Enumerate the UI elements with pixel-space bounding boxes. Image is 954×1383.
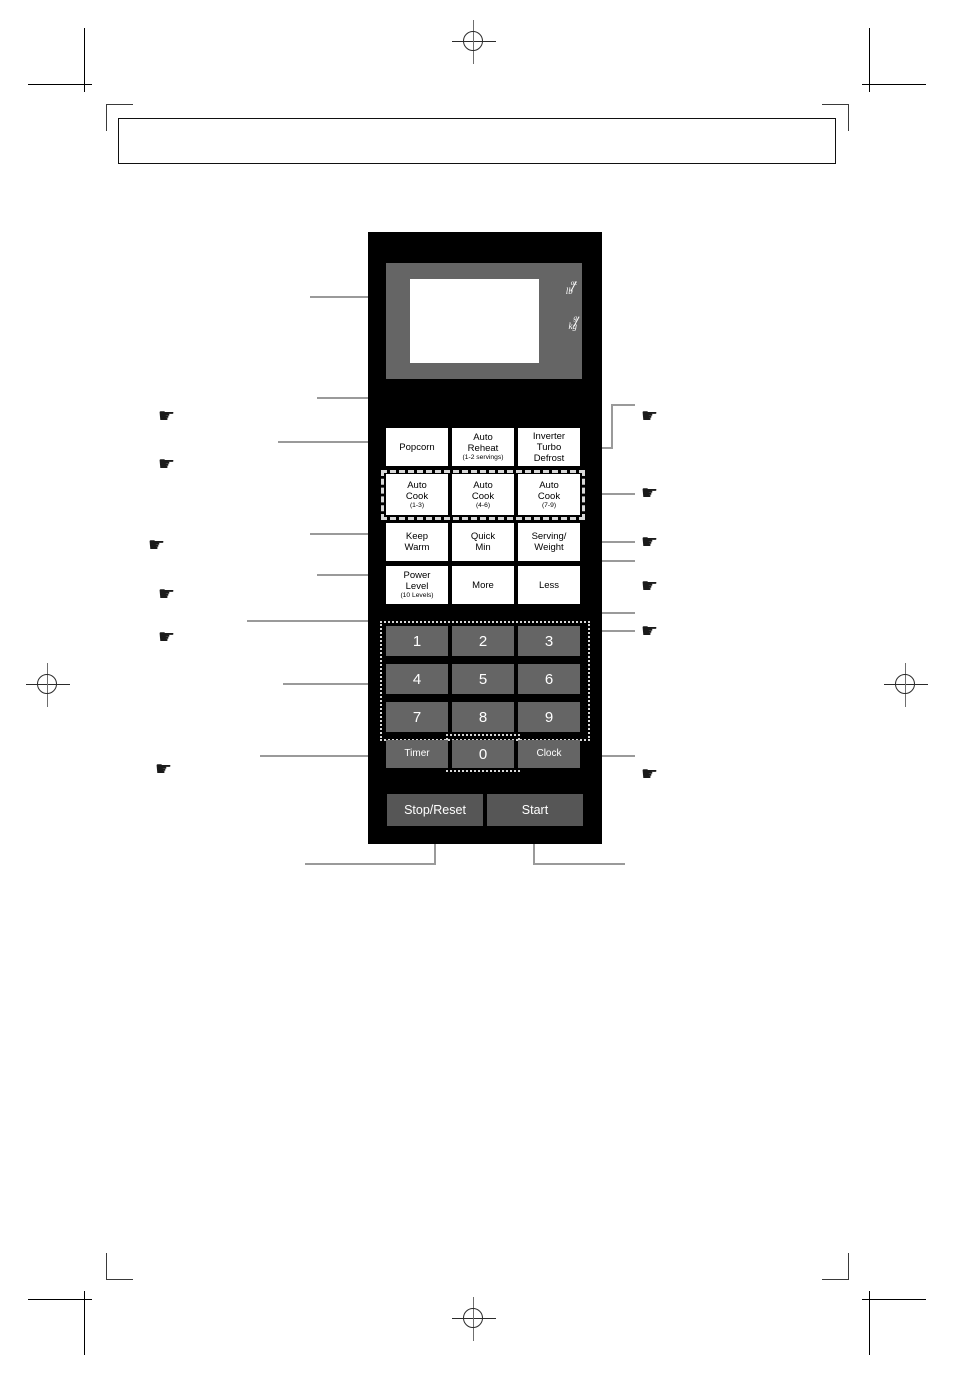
button-auto-cook-4-6-label: Auto Cook <box>471 479 495 502</box>
pointing-hand-icon-right-1: ☛ <box>641 405 659 427</box>
key-2-label: 2 <box>478 632 488 650</box>
pointing-hand-icon-left-1: ☛ <box>158 405 176 427</box>
pointing-hand-icon-right-5: ☛ <box>641 620 659 642</box>
leader-inverter-h2 <box>611 404 635 406</box>
button-start-label: Start <box>521 802 549 817</box>
pointing-hand-icon-left-5: ☛ <box>158 626 176 648</box>
key-7[interactable]: 7 <box>386 702 448 732</box>
pointing-hand-icon-right-2: ☛ <box>641 482 659 504</box>
display-bezel: oz lb g kg <box>386 263 582 379</box>
button-auto-cook-7-9-label: Auto Cook <box>537 479 561 502</box>
unit-indicator-g-kg: g kg <box>569 315 580 331</box>
button-auto-cook-7-9-sublabel: (7-9) <box>541 501 557 509</box>
crop-mark-bottom-right-h <box>862 1299 926 1300</box>
button-quick-min-label: Quick Min <box>470 531 496 553</box>
key-6-label: 6 <box>544 670 554 688</box>
registration-mark-bottom <box>452 1297 496 1341</box>
key-3[interactable]: 3 <box>518 626 580 656</box>
leader-start-h <box>533 863 625 865</box>
registration-mark-left <box>26 663 70 707</box>
crop-mark-bottom-left-v <box>84 1291 85 1355</box>
pointing-hand-icon-left-4: ☛ <box>158 583 176 605</box>
button-stop-reset-label: Stop/Reset <box>404 802 466 817</box>
button-auto-cook-1-3-label: Auto Cook <box>405 479 429 502</box>
key-2[interactable]: 2 <box>452 626 514 656</box>
pointing-hand-icon-right-4: ☛ <box>641 575 659 597</box>
key-9-label: 9 <box>544 708 554 726</box>
corner-bracket-bottom-right <box>822 1253 849 1280</box>
button-inverter-turbo-defrost[interactable]: Inverter Turbo Defrost <box>518 428 580 466</box>
corner-bracket-bottom-left <box>106 1253 133 1280</box>
key-5-label: 5 <box>478 670 488 688</box>
button-power-level[interactable]: Power Level (10 Levels) <box>386 566 448 604</box>
button-auto-reheat-sublabel: (1-2 servings) <box>462 454 504 461</box>
button-auto-cook-1-3[interactable]: Auto Cook (1-3) <box>386 474 448 515</box>
button-serving-weight-label: Serving/Weight <box>531 531 567 553</box>
button-popcorn-label: Popcorn <box>399 441 435 453</box>
button-more-label: More <box>472 579 494 591</box>
pointing-hand-icon-left-3: ☛ <box>148 534 166 556</box>
button-power-level-sublabel: (10 Levels) <box>400 592 434 599</box>
registration-mark-right <box>884 663 928 707</box>
key-3-label: 3 <box>544 632 554 650</box>
button-clock[interactable]: Clock <box>518 740 580 768</box>
button-quick-min[interactable]: Quick Min <box>452 523 514 561</box>
key-8[interactable]: 8 <box>452 702 514 732</box>
pointing-hand-icon-right-6: ☛ <box>641 763 659 785</box>
button-auto-cook-4-6-sublabel: (4-6) <box>475 501 491 509</box>
pointing-hand-icon-left-2: ☛ <box>158 453 176 475</box>
key-0[interactable]: 0 <box>452 740 514 768</box>
unit-indicator-oz-lb: oz lb <box>566 280 577 296</box>
key-6[interactable]: 6 <box>518 664 580 694</box>
crop-mark-bottom-left-h <box>28 1299 92 1300</box>
button-keep-warm-label: Keep Warm <box>404 531 430 553</box>
key-7-label: 7 <box>412 708 422 726</box>
button-auto-cook-4-6[interactable]: Auto Cook (4-6) <box>452 474 514 515</box>
leader-inverter-v <box>611 404 613 449</box>
button-timer-label: Timer <box>404 748 430 759</box>
leader-stop-reset-h <box>305 863 436 865</box>
button-inverter-turbo-defrost-label: Inverter Turbo Defrost <box>532 430 566 464</box>
crop-mark-top-left-h <box>28 84 92 85</box>
button-auto-cook-7-9[interactable]: Auto Cook (7-9) <box>518 474 580 515</box>
button-less-label: Less <box>538 579 560 591</box>
button-clock-label: Clock <box>536 748 562 759</box>
key-8-label: 8 <box>478 708 488 726</box>
key-4[interactable]: 4 <box>386 664 448 694</box>
button-power-level-label: Power Level <box>403 570 431 592</box>
button-popcorn[interactable]: Popcorn <box>386 428 448 466</box>
manual-page: oz lb g kg Popcorn AutoReheat (1-2 servi… <box>0 0 954 1383</box>
key-9[interactable]: 9 <box>518 702 580 732</box>
microwave-control-panel: oz lb g kg Popcorn AutoReheat (1-2 servi… <box>368 232 602 844</box>
pointing-hand-icon-right-3: ☛ <box>641 531 659 553</box>
button-keep-warm[interactable]: Keep Warm <box>386 523 448 561</box>
button-auto-cook-1-3-sublabel: (1-3) <box>409 501 425 509</box>
button-timer[interactable]: Timer <box>386 740 448 768</box>
button-start[interactable]: Start <box>487 794 583 826</box>
pointing-hand-icon-left-6: ☛ <box>155 758 173 780</box>
button-less[interactable]: Less <box>518 566 580 604</box>
display-screen <box>410 279 539 363</box>
crop-mark-bottom-right-v <box>869 1291 870 1355</box>
button-stop-reset[interactable]: Stop/Reset <box>387 794 483 826</box>
crop-mark-top-right-v <box>869 28 870 92</box>
crop-mark-top-right-h <box>862 84 926 85</box>
header-caption-box <box>118 118 836 164</box>
key-0-label: 0 <box>478 745 488 763</box>
button-more[interactable]: More <box>452 566 514 604</box>
key-1-label: 1 <box>412 632 422 650</box>
key-4-label: 4 <box>412 670 422 688</box>
button-auto-reheat[interactable]: Auto Reheat (1-2 servings) <box>452 428 514 466</box>
button-serving-weight[interactable]: Serving/Weight <box>518 523 580 561</box>
key-1[interactable]: 1 <box>386 626 448 656</box>
key-5[interactable]: 5 <box>452 664 514 694</box>
registration-mark-top <box>452 20 496 64</box>
button-auto-reheat-label: Auto Reheat <box>467 432 499 454</box>
crop-mark-top-left-v <box>84 28 85 92</box>
